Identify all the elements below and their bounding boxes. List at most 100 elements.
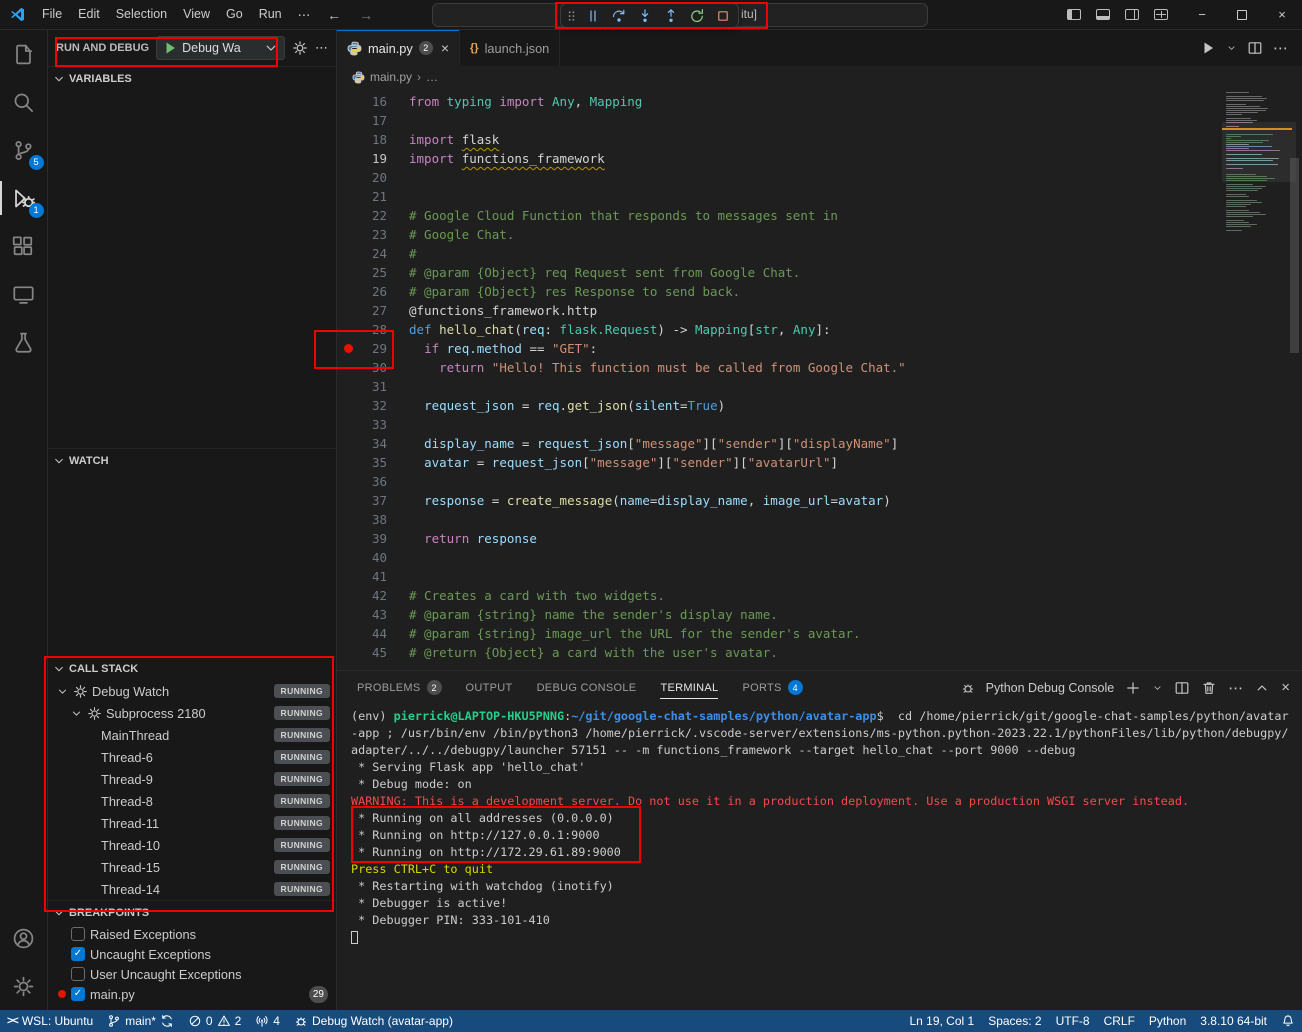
breakpoint-gutter[interactable]: [337, 320, 359, 339]
close-icon[interactable]: ×: [441, 40, 449, 56]
maximize-button[interactable]: [1222, 0, 1262, 30]
editor-more-actions-icon[interactable]: ⋯: [1273, 39, 1288, 57]
close-panel-icon[interactable]: ×: [1281, 679, 1290, 696]
breadcrumb-file[interactable]: main.py: [370, 70, 412, 84]
code-line[interactable]: 45# @return {Object} a card with the use…: [337, 643, 1302, 662]
breakpoint-row[interactable]: Raised Exceptions: [48, 924, 336, 944]
breakpoint-row[interactable]: ✓main.py29: [48, 984, 336, 1004]
step-over-button[interactable]: [606, 5, 631, 26]
code-line[interactable]: 21: [337, 187, 1302, 206]
breakpoint-gutter[interactable]: [337, 111, 359, 130]
code-line[interactable]: 22# Google Cloud Function that responds …: [337, 206, 1302, 225]
ports-status[interactable]: 4: [248, 1010, 287, 1032]
menu-item[interactable]: Selection: [108, 4, 175, 25]
drag-handle-icon[interactable]: [564, 5, 579, 26]
code-line[interactable]: 38: [337, 510, 1302, 529]
panel-tab-output[interactable]: OUTPUT: [458, 671, 521, 704]
call-stack-item[interactable]: Thread-15RUNNING: [48, 856, 336, 878]
branch-status[interactable]: main*: [100, 1010, 181, 1032]
views-more-actions-icon[interactable]: ⋯: [315, 40, 328, 56]
breakpoint-gutter[interactable]: [337, 491, 359, 510]
activity-explorer[interactable]: [0, 30, 48, 78]
call-stack-item[interactable]: Thread-8RUNNING: [48, 790, 336, 812]
panel-tab-terminal[interactable]: TERMINAL: [652, 671, 726, 704]
activity-search[interactable]: [0, 78, 48, 126]
breakpoint-checkbox[interactable]: ✓: [71, 947, 85, 961]
breakpoint-gutter[interactable]: [337, 643, 359, 662]
breakpoint-gutter[interactable]: [337, 453, 359, 472]
split-terminal-icon[interactable]: [1174, 680, 1190, 696]
menu-item[interactable]: Go: [218, 4, 251, 25]
code-line[interactable]: 28def hello_chat(req: flask.Request) -> …: [337, 320, 1302, 339]
terminal-profiles-dropdown-icon[interactable]: [1152, 680, 1163, 696]
breakpoint-gutter[interactable]: [337, 377, 359, 396]
minimap-viewport[interactable]: [1222, 122, 1296, 182]
eol-status[interactable]: CRLF: [1097, 1010, 1142, 1032]
breakpoint-gutter[interactable]: [337, 130, 359, 149]
menu-item[interactable]: Run: [251, 4, 290, 25]
call-stack-item[interactable]: Subprocess 2180RUNNING: [48, 702, 336, 724]
activity-run-debug[interactable]: 1: [0, 174, 48, 222]
code-line[interactable]: 32 request_json = req.get_json(silent=Tr…: [337, 396, 1302, 415]
breakpoint-gutter[interactable]: [337, 301, 359, 320]
activity-remote-explorer[interactable]: [0, 270, 48, 318]
breakpoint-row[interactable]: User Uncaught Exceptions: [48, 964, 336, 984]
close-window-button[interactable]: ×: [1262, 0, 1302, 30]
breakpoint-gutter[interactable]: [337, 529, 359, 548]
tab-main-py[interactable]: main.py 2 ×: [337, 30, 460, 66]
breakpoint-gutter[interactable]: [337, 586, 359, 605]
code-line[interactable]: 35 avatar = request_json["message"]["sen…: [337, 453, 1302, 472]
encoding-status[interactable]: UTF-8: [1049, 1010, 1097, 1032]
breakpoint-gutter[interactable]: [337, 187, 359, 206]
breakpoint-gutter[interactable]: [337, 605, 359, 624]
code-line[interactable]: 29 if req.method == "GET":: [337, 339, 1302, 358]
panel-tab-ports[interactable]: PORTS4: [734, 671, 810, 704]
call-stack-item[interactable]: Thread-11RUNNING: [48, 812, 336, 834]
watch-section-header[interactable]: WATCH: [48, 448, 336, 472]
breakpoint-gutter[interactable]: [337, 282, 359, 301]
breakpoint-gutter[interactable]: [337, 358, 359, 377]
menu-item[interactable]: ⋯: [290, 4, 319, 25]
activity-extensions[interactable]: [0, 222, 48, 270]
breakpoint-gutter[interactable]: [337, 396, 359, 415]
call-stack-item[interactable]: Debug WatchRUNNING: [48, 680, 336, 702]
start-debugging-icon[interactable]: [162, 40, 178, 56]
code-line[interactable]: 36: [337, 472, 1302, 491]
call-stack-section-header[interactable]: CALL STACK: [48, 656, 336, 680]
new-terminal-icon[interactable]: [1125, 680, 1141, 696]
pause-button[interactable]: [580, 5, 605, 26]
step-out-button[interactable]: [658, 5, 683, 26]
code-line[interactable]: 43# @param {string} name the sender's di…: [337, 605, 1302, 624]
breakpoint-gutter[interactable]: [337, 434, 359, 453]
breakpoints-section-header[interactable]: BREAKPOINTS: [48, 900, 336, 924]
run-python-file-button[interactable]: [1200, 40, 1216, 56]
restart-button[interactable]: [684, 5, 709, 26]
breakpoint-gutter[interactable]: [337, 624, 359, 643]
problems-status[interactable]: 0 2: [181, 1010, 248, 1032]
notifications-bell[interactable]: [1274, 1010, 1302, 1032]
activity-testing[interactable]: [0, 318, 48, 366]
code-line[interactable]: 17: [337, 111, 1302, 130]
code-line[interactable]: 20: [337, 168, 1302, 187]
code-line[interactable]: 24#: [337, 244, 1302, 263]
code-line[interactable]: 37 response = create_message(name=displa…: [337, 491, 1302, 510]
panel-more-actions-icon[interactable]: ⋯: [1228, 679, 1243, 697]
code-line[interactable]: 31: [337, 377, 1302, 396]
code-line[interactable]: 19import functions_framework: [337, 149, 1302, 168]
terminal[interactable]: (env) pierrick@LAPTOP-HKU5PNNG:~/git/goo…: [337, 704, 1302, 1010]
debug-session-status[interactable]: Debug Watch (avatar-app): [287, 1010, 460, 1032]
code-line[interactable]: 25# @param {Object} req Request sent fro…: [337, 263, 1302, 282]
kill-terminal-icon[interactable]: [1201, 680, 1217, 696]
run-dropdown-icon[interactable]: [1226, 40, 1237, 56]
breakpoint-gutter[interactable]: [337, 149, 359, 168]
breakpoint-gutter[interactable]: [337, 168, 359, 187]
editor-scrollbar[interactable]: [1290, 158, 1299, 353]
toggle-panel-icon[interactable]: [1096, 9, 1110, 20]
menu-item[interactable]: Edit: [70, 4, 108, 25]
debug-config-dropdown[interactable]: Debug Wa: [156, 36, 285, 60]
call-stack-item[interactable]: Thread-6RUNNING: [48, 746, 336, 768]
cursor-position[interactable]: Ln 19, Col 1: [902, 1010, 981, 1032]
code-line[interactable]: 16from typing import Any, Mapping: [337, 92, 1302, 111]
code-line[interactable]: 30 return "Hello! This function must be …: [337, 358, 1302, 377]
stop-button[interactable]: [710, 5, 735, 26]
